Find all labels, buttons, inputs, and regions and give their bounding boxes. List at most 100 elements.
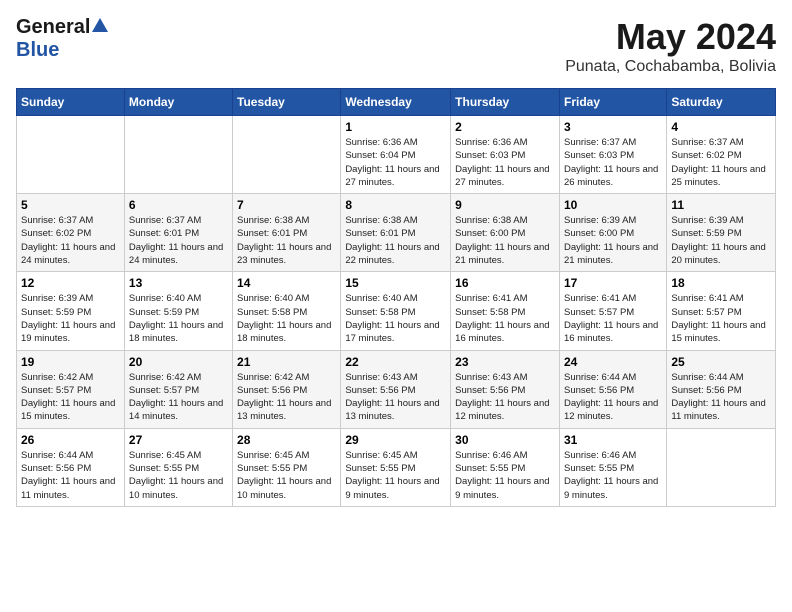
calendar-cell: 2Sunrise: 6:36 AM Sunset: 6:03 PM Daylig… — [451, 116, 560, 194]
location-subtitle: Punata, Cochabamba, Bolivia — [565, 58, 776, 76]
calendar-cell: 30Sunrise: 6:46 AM Sunset: 5:55 PM Dayli… — [451, 428, 560, 506]
day-info: Sunrise: 6:44 AM Sunset: 5:56 PM Dayligh… — [671, 371, 771, 424]
day-info: Sunrise: 6:42 AM Sunset: 5:57 PM Dayligh… — [129, 371, 228, 424]
day-info: Sunrise: 6:44 AM Sunset: 5:56 PM Dayligh… — [21, 449, 120, 502]
day-info: Sunrise: 6:45 AM Sunset: 5:55 PM Dayligh… — [237, 449, 336, 502]
day-info: Sunrise: 6:39 AM Sunset: 6:00 PM Dayligh… — [564, 214, 662, 267]
calendar-cell: 19Sunrise: 6:42 AM Sunset: 5:57 PM Dayli… — [17, 350, 125, 428]
day-number: 2 — [455, 120, 555, 134]
calendar-header: Sunday Monday Tuesday Wednesday Thursday… — [17, 89, 776, 116]
calendar-week-row: 1Sunrise: 6:36 AM Sunset: 6:04 PM Daylig… — [17, 116, 776, 194]
day-info: Sunrise: 6:40 AM Sunset: 5:59 PM Dayligh… — [129, 292, 228, 345]
calendar-cell: 10 Sunrise: 6:39 AM Sunset: 6:00 PM Dayli… — [559, 194, 666, 272]
day-info: Sunrise: 6:41 AM Sunset: 5:57 PM Dayligh… — [671, 292, 771, 345]
day-number: 7 — [237, 198, 336, 212]
day-info: Sunrise: 6:37 AM Sunset: 6:02 PM Dayligh… — [21, 214, 120, 267]
day-number: 29 — [345, 433, 446, 447]
calendar-cell: 4 Sunrise: 6:37 AM Sunset: 6:02 PM Daylig… — [667, 116, 776, 194]
day-info: Sunrise: 6:37 AM Sunset: 6:03 PM Dayligh… — [564, 136, 662, 189]
day-number: 3 — [564, 120, 662, 134]
day-number: 25 — [671, 355, 771, 369]
calendar-cell: 26 Sunrise: 6:44 AM Sunset: 5:56 PM Dayli… — [17, 428, 125, 506]
day-info: Sunrise: 6:39 AM Sunset: 5:59 PM Dayligh… — [671, 214, 771, 267]
calendar-week-row: 12Sunrise: 6:39 AM Sunset: 5:59 PM Dayli… — [17, 272, 776, 350]
day-number: 16 — [455, 276, 555, 290]
day-number: 23 — [455, 355, 555, 369]
calendar-week-row: 26 Sunrise: 6:44 AM Sunset: 5:56 PM Dayli… — [17, 428, 776, 506]
day-info: Sunrise: 6:44 AM Sunset: 5:56 PM Dayligh… — [564, 371, 662, 424]
calendar-cell: 18 Sunrise: 6:41 AM Sunset: 5:57 PM Dayli… — [667, 272, 776, 350]
day-number: 6 — [129, 198, 228, 212]
day-info: Sunrise: 6:45 AM Sunset: 5:55 PM Dayligh… — [345, 449, 446, 502]
day-info: Sunrise: 6:43 AM Sunset: 5:56 PM Dayligh… — [455, 371, 555, 424]
day-number: 4 — [671, 120, 771, 134]
day-info: Sunrise: 6:38 AM Sunset: 6:01 PM Dayligh… — [237, 214, 336, 267]
day-number: 20 — [129, 355, 228, 369]
day-info: Sunrise: 6:40 AM Sunset: 5:58 PM Dayligh… — [345, 292, 446, 345]
calendar-week-row: 5 Sunrise: 6:37 AM Sunset: 6:02 PM Daylig… — [17, 194, 776, 272]
day-number: 9 — [455, 198, 555, 212]
logo-blue-text: Blue — [16, 39, 59, 62]
col-friday: Friday — [559, 89, 666, 116]
calendar-cell: 29 Sunrise: 6:45 AM Sunset: 5:55 PM Dayli… — [341, 428, 451, 506]
calendar-cell — [17, 116, 125, 194]
logo-general-text: General — [16, 16, 90, 39]
day-number: 19 — [21, 355, 120, 369]
day-number: 11 — [671, 198, 771, 212]
day-info: Sunrise: 6:36 AM Sunset: 6:04 PM Dayligh… — [345, 136, 446, 189]
calendar-cell: 16 Sunrise: 6:41 AM Sunset: 5:58 PM Dayli… — [451, 272, 560, 350]
col-monday: Monday — [124, 89, 232, 116]
day-info: Sunrise: 6:37 AM Sunset: 6:01 PM Dayligh… — [129, 214, 228, 267]
day-number: 28 — [237, 433, 336, 447]
day-info: Sunrise: 6:46 AM Sunset: 5:55 PM Dayligh… — [564, 449, 662, 502]
calendar-body: 1Sunrise: 6:36 AM Sunset: 6:04 PM Daylig… — [17, 116, 776, 507]
page-header: General Blue May 2024 Punata, Cochabamba… — [16, 16, 776, 76]
calendar-cell: 6 Sunrise: 6:37 AM Sunset: 6:01 PM Daylig… — [124, 194, 232, 272]
calendar-cell: 15Sunrise: 6:40 AM Sunset: 5:58 PM Dayli… — [341, 272, 451, 350]
day-number: 31 — [564, 433, 662, 447]
calendar-cell: 5 Sunrise: 6:37 AM Sunset: 6:02 PM Daylig… — [17, 194, 125, 272]
calendar-cell: 14Sunrise: 6:40 AM Sunset: 5:58 PM Dayli… — [233, 272, 341, 350]
calendar-cell: 11 Sunrise: 6:39 AM Sunset: 5:59 PM Dayli… — [667, 194, 776, 272]
day-number: 10 — [564, 198, 662, 212]
day-info: Sunrise: 6:46 AM Sunset: 5:55 PM Dayligh… — [455, 449, 555, 502]
calendar-cell: 28 Sunrise: 6:45 AM Sunset: 5:55 PM Dayli… — [233, 428, 341, 506]
calendar-cell: 13Sunrise: 6:40 AM Sunset: 5:59 PM Dayli… — [124, 272, 232, 350]
logo: General Blue — [16, 16, 109, 62]
title-area: May 2024 Punata, Cochabamba, Bolivia — [565, 16, 776, 76]
day-info: Sunrise: 6:45 AM Sunset: 5:55 PM Dayligh… — [129, 449, 228, 502]
day-info: Sunrise: 6:43 AM Sunset: 5:56 PM Dayligh… — [345, 371, 446, 424]
calendar-cell: 12Sunrise: 6:39 AM Sunset: 5:59 PM Dayli… — [17, 272, 125, 350]
day-number: 22 — [345, 355, 446, 369]
calendar-week-row: 19 Sunrise: 6:42 AM Sunset: 5:57 PM Dayli… — [17, 350, 776, 428]
calendar-cell: 24Sunrise: 6:44 AM Sunset: 5:56 PM Dayli… — [559, 350, 666, 428]
day-number: 17 — [564, 276, 662, 290]
calendar-cell: 23 Sunrise: 6:43 AM Sunset: 5:56 PM Dayli… — [451, 350, 560, 428]
calendar-cell — [233, 116, 341, 194]
calendar-cell: 27 Sunrise: 6:45 AM Sunset: 5:55 PM Dayli… — [124, 428, 232, 506]
header-row: Sunday Monday Tuesday Wednesday Thursday… — [17, 89, 776, 116]
logo-triangle-icon — [91, 16, 109, 34]
calendar-cell: 9Sunrise: 6:38 AM Sunset: 6:00 PM Daylig… — [451, 194, 560, 272]
day-info: Sunrise: 6:39 AM Sunset: 5:59 PM Dayligh… — [21, 292, 120, 345]
day-info: Sunrise: 6:38 AM Sunset: 6:01 PM Dayligh… — [345, 214, 446, 267]
calendar-table: Sunday Monday Tuesday Wednesday Thursday… — [16, 88, 776, 507]
day-number: 26 — [21, 433, 120, 447]
calendar-cell: 3 Sunrise: 6:37 AM Sunset: 6:03 PM Daylig… — [559, 116, 666, 194]
calendar-cell: 20 Sunrise: 6:42 AM Sunset: 5:57 PM Dayli… — [124, 350, 232, 428]
day-number: 21 — [237, 355, 336, 369]
day-info: Sunrise: 6:37 AM Sunset: 6:02 PM Dayligh… — [671, 136, 771, 189]
col-sunday: Sunday — [17, 89, 125, 116]
calendar-cell: 7 Sunrise: 6:38 AM Sunset: 6:01 PM Daylig… — [233, 194, 341, 272]
day-info: Sunrise: 6:41 AM Sunset: 5:58 PM Dayligh… — [455, 292, 555, 345]
day-info: Sunrise: 6:42 AM Sunset: 5:56 PM Dayligh… — [237, 371, 336, 424]
col-tuesday: Tuesday — [233, 89, 341, 116]
day-number: 18 — [671, 276, 771, 290]
calendar-cell: 22 Sunrise: 6:43 AM Sunset: 5:56 PM Dayli… — [341, 350, 451, 428]
day-number: 5 — [21, 198, 120, 212]
calendar-cell: 1Sunrise: 6:36 AM Sunset: 6:04 PM Daylig… — [341, 116, 451, 194]
col-saturday: Saturday — [667, 89, 776, 116]
col-wednesday: Wednesday — [341, 89, 451, 116]
day-number: 27 — [129, 433, 228, 447]
calendar-cell — [667, 428, 776, 506]
